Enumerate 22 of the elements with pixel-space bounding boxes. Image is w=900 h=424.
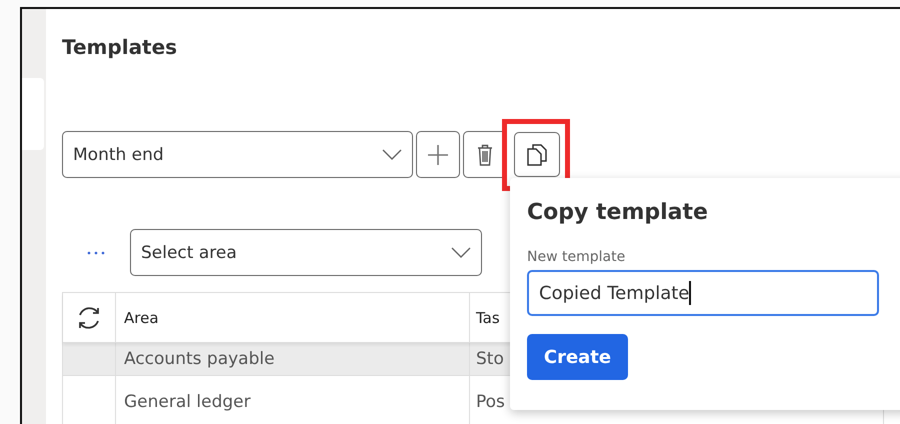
copy-icon — [527, 144, 547, 166]
trash-icon — [477, 144, 493, 166]
table-cell: Pos — [476, 392, 505, 412]
table-cell: General ledger — [124, 392, 251, 412]
table-cell: Accounts payable — [124, 349, 275, 369]
page-title: Templates — [62, 35, 178, 59]
template-name-field[interactable]: Copied Template — [527, 270, 879, 316]
table-cell: Sto — [476, 349, 504, 369]
chevron-down-icon — [382, 148, 402, 160]
field-label: New template — [527, 249, 626, 265]
plus-icon — [427, 144, 449, 166]
text-cursor — [689, 281, 692, 305]
copy-button[interactable] — [514, 132, 560, 177]
template-dropdown[interactable]: Month end — [62, 131, 413, 178]
create-button[interactable]: Create — [527, 334, 628, 380]
chevron-down-icon — [451, 246, 471, 258]
column-header[interactable]: Area — [116, 293, 470, 342]
area-dropdown[interactable]: Select area — [130, 229, 482, 276]
popup-title: Copy template — [527, 200, 708, 225]
add-button[interactable] — [416, 131, 460, 178]
more-icon[interactable] — [87, 250, 105, 254]
refresh-icon[interactable] — [76, 304, 102, 330]
